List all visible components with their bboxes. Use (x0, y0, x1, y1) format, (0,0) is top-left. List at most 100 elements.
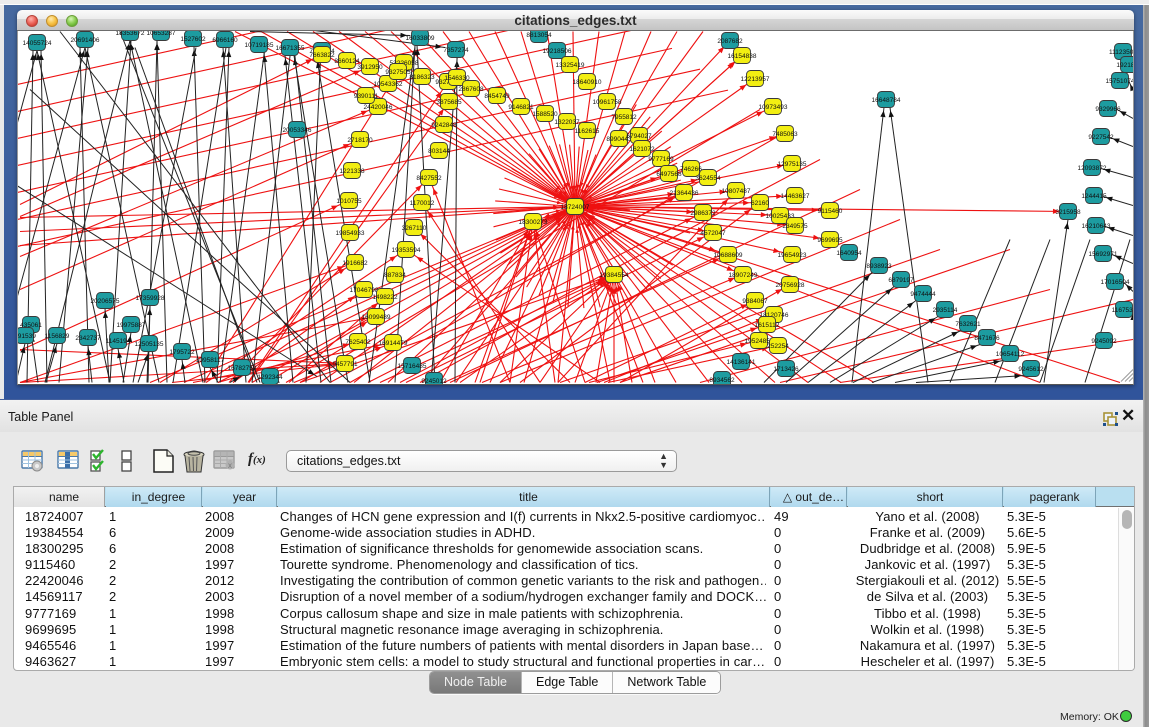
svg-text:16782759: 16782759 (228, 365, 257, 372)
svg-text:19975887: 19975887 (117, 322, 146, 329)
svg-text:9115460: 9115460 (818, 208, 843, 215)
svg-text:746266: 746266 (680, 166, 702, 173)
svg-text:9329966: 9329966 (1095, 106, 1121, 113)
svg-text:8934562: 8934562 (709, 377, 735, 384)
svg-text:19854933: 19854933 (336, 230, 365, 237)
svg-text:18300273: 18300273 (519, 219, 548, 226)
svg-text:1010755: 1010755 (336, 198, 362, 205)
svg-text:1916682: 1916682 (342, 260, 368, 267)
svg-text:8186323: 8186323 (409, 74, 435, 81)
svg-text:4572047: 4572047 (700, 230, 726, 237)
svg-text:9474444: 9474444 (910, 291, 936, 298)
svg-text:20756928: 20756928 (776, 282, 805, 289)
svg-text:13325419: 13325419 (556, 62, 585, 69)
svg-text:8938923: 8938923 (866, 263, 892, 270)
svg-text:20691406: 20691406 (71, 37, 100, 44)
svg-text:1615112: 1615112 (755, 322, 780, 329)
svg-text:18353672: 18353672 (116, 31, 145, 37)
svg-text:16671355: 16671355 (276, 45, 305, 52)
svg-text:10543362: 10543362 (374, 81, 403, 88)
svg-text:14055724: 14055724 (23, 40, 52, 47)
svg-text:18907249: 18907249 (729, 272, 758, 279)
svg-text:8427552: 8427552 (416, 175, 442, 182)
svg-text:16154838: 16154838 (728, 53, 757, 60)
svg-text:6794027: 6794027 (626, 133, 652, 140)
svg-text:15751074: 15751074 (1106, 78, 1134, 85)
svg-text:10719185: 10719185 (245, 42, 274, 49)
svg-text:7357274: 7357274 (443, 47, 469, 54)
svg-text:16033809: 16033809 (406, 35, 435, 42)
svg-text:14136141: 14136141 (727, 359, 756, 366)
svg-text:19384554: 19384554 (600, 272, 629, 279)
svg-text:9245012: 9245012 (421, 378, 447, 384)
svg-text:16210643: 16210643 (1082, 223, 1111, 230)
svg-text:19218506: 19218506 (543, 48, 572, 55)
svg-text:1640954: 1640954 (836, 250, 862, 257)
svg-text:803144: 803144 (428, 148, 450, 155)
svg-text:1621072: 1621072 (629, 146, 655, 153)
svg-text:16914479: 16914479 (379, 340, 408, 347)
svg-text:17046798: 17046798 (350, 287, 379, 294)
svg-text:12213957: 12213957 (741, 76, 770, 83)
svg-text:17359928: 17359928 (136, 295, 165, 302)
svg-text:9227542: 9227542 (1088, 134, 1114, 141)
svg-text:8813054: 8813054 (526, 32, 552, 39)
svg-text:9242848: 9242848 (431, 122, 457, 129)
svg-text:8660124: 8660124 (334, 58, 360, 65)
svg-text:1322037: 1322037 (554, 119, 580, 126)
svg-text:7663822: 7663822 (309, 52, 335, 59)
svg-text:12975135: 12975135 (778, 161, 807, 168)
svg-text:6497568: 6497568 (656, 171, 682, 178)
svg-text:11123506: 11123506 (1109, 49, 1134, 56)
svg-text:1221338: 1221338 (339, 168, 365, 175)
svg-text:19654923: 19654923 (778, 252, 807, 259)
svg-text:10961758: 10961758 (593, 99, 622, 106)
svg-text:887834: 887834 (384, 272, 406, 279)
svg-text:9245092: 9245092 (1091, 338, 1117, 345)
svg-text:3912950: 3912950 (357, 64, 383, 71)
svg-text:1244415: 1244415 (1081, 193, 1107, 200)
svg-text:7625402: 7625402 (345, 339, 371, 346)
svg-text:9777169: 9777169 (648, 156, 674, 163)
svg-text:1156829: 1156829 (45, 333, 70, 340)
svg-text:18640910: 18640910 (573, 79, 602, 86)
svg-text:1713426: 1713426 (773, 366, 799, 373)
svg-text:2986372: 2986372 (690, 210, 716, 217)
svg-text:9327505: 9327505 (385, 69, 411, 76)
svg-text:20206575: 20206575 (91, 298, 120, 305)
svg-text:1527602: 1527602 (180, 36, 206, 43)
svg-text:7955812: 7955812 (611, 114, 637, 121)
svg-text:1588520: 1588520 (532, 111, 558, 118)
svg-text:62160: 62160 (751, 200, 769, 207)
svg-text:9699695: 9699695 (817, 237, 843, 244)
svg-text:10973493: 10973493 (759, 104, 788, 111)
svg-text:16099489: 16099489 (362, 314, 391, 321)
svg-text:19353594: 19353594 (392, 247, 421, 254)
svg-text:3215958: 3215958 (1055, 209, 1081, 216)
svg-text:15716485: 15716485 (398, 363, 427, 370)
svg-text:6966160: 6966160 (212, 37, 238, 44)
svg-text:7485063: 7485063 (772, 131, 798, 138)
svg-text:8471676: 8471676 (974, 335, 1000, 342)
svg-text:10654112: 10654112 (996, 351, 1025, 358)
svg-text:2867608: 2867608 (458, 86, 484, 93)
svg-text:1170012: 1170012 (410, 200, 435, 207)
svg-text:9384067: 9384067 (742, 298, 768, 305)
svg-text:2342737: 2342737 (75, 335, 101, 342)
svg-text:15692971: 15692971 (1089, 251, 1118, 258)
svg-text:x: x (228, 461, 232, 470)
svg-text:1921850: 1921850 (1116, 62, 1134, 69)
svg-text:1162615: 1162615 (575, 128, 600, 135)
svg-text:391539: 391539 (18, 333, 36, 340)
svg-text:18724007: 18724007 (561, 204, 590, 211)
svg-text:10958117: 10958117 (196, 357, 225, 364)
svg-text:9457791: 9457791 (332, 361, 358, 368)
svg-text:9146821: 9146821 (508, 104, 534, 111)
svg-text:2935114: 2935114 (933, 307, 958, 314)
svg-text:9245612: 9245612 (1018, 366, 1044, 373)
svg-text:1498222: 1498222 (372, 294, 398, 301)
svg-text:1167531: 1167531 (1112, 307, 1134, 314)
svg-text:20053346: 20053346 (283, 127, 312, 134)
svg-text:2087682: 2087682 (717, 38, 743, 45)
svg-text:10653287: 10653287 (147, 31, 176, 37)
